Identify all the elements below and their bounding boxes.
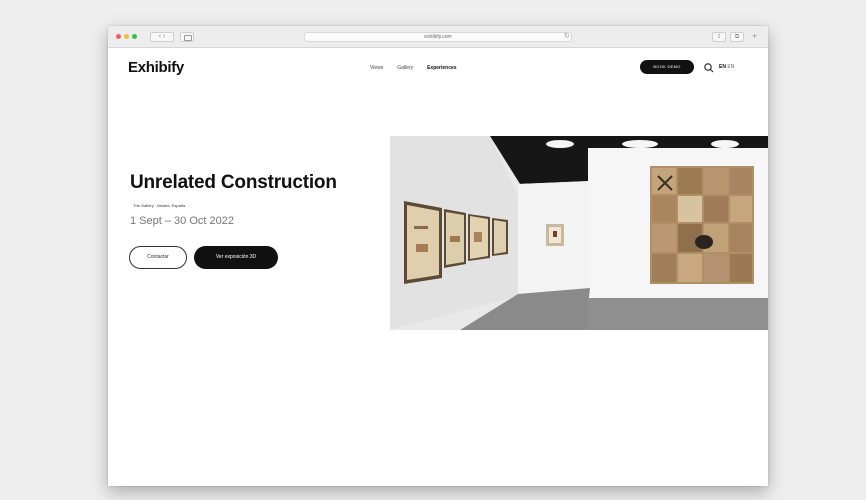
close-window-button[interactable] — [116, 34, 121, 39]
exhibition-subtitle: The Gallery · Madrid, España — [133, 203, 186, 208]
search-icon[interactable] — [703, 62, 715, 74]
book-demo-button[interactable]: BOOK DEMO — [640, 60, 694, 74]
nav-link-experiences[interactable]: Experiences — [427, 64, 456, 72]
gallery-3d-preview-image[interactable] — [390, 136, 768, 330]
back-forward-buttons[interactable]: ‹ › — [150, 32, 174, 42]
maximize-window-button[interactable] — [132, 34, 137, 39]
share-icon[interactable]: ⇪ — [712, 32, 726, 42]
artwork-center-wall — [546, 224, 564, 246]
language-active[interactable]: EN — [719, 64, 726, 70]
site-logo[interactable]: Exhibify — [128, 59, 184, 76]
sidebar-toggle-icon[interactable] — [180, 32, 194, 42]
site-header: Exhibify Views Gallery Experiences BOOK … — [108, 48, 768, 88]
minimize-window-button[interactable] — [124, 34, 129, 39]
main-nav: Views Gallery Experiences — [370, 64, 457, 72]
nav-link-views[interactable]: Views — [370, 64, 383, 72]
artwork-grid-right-wall — [650, 166, 754, 284]
contact-button[interactable]: Contactar — [129, 246, 187, 269]
browser-toolbar: ‹ › exhibify.com ↻ ⇪ ⧉ + — [108, 26, 768, 48]
exhibition-dates: 1 Sept – 30 Oct 2022 — [130, 215, 234, 227]
exhibition-title: Unrelated Construction — [130, 172, 337, 193]
address-bar[interactable]: exhibify.com — [304, 32, 572, 42]
tabs-overview-icon[interactable]: ⧉ — [730, 32, 744, 42]
nav-link-gallery[interactable]: Gallery — [397, 64, 413, 72]
language-switcher[interactable]: EN EN — [719, 63, 734, 71]
reload-icon[interactable]: ↻ — [564, 32, 570, 42]
language-option[interactable]: EN — [727, 64, 734, 70]
web-page: Exhibify Views Gallery Experiences BOOK … — [108, 48, 768, 486]
new-tab-icon[interactable]: + — [752, 31, 757, 42]
browser-window: ‹ › exhibify.com ↻ ⇪ ⧉ + Exhibify Views … — [108, 26, 768, 486]
view-exhibition-button[interactable]: Ver exposición 3D — [194, 246, 278, 269]
